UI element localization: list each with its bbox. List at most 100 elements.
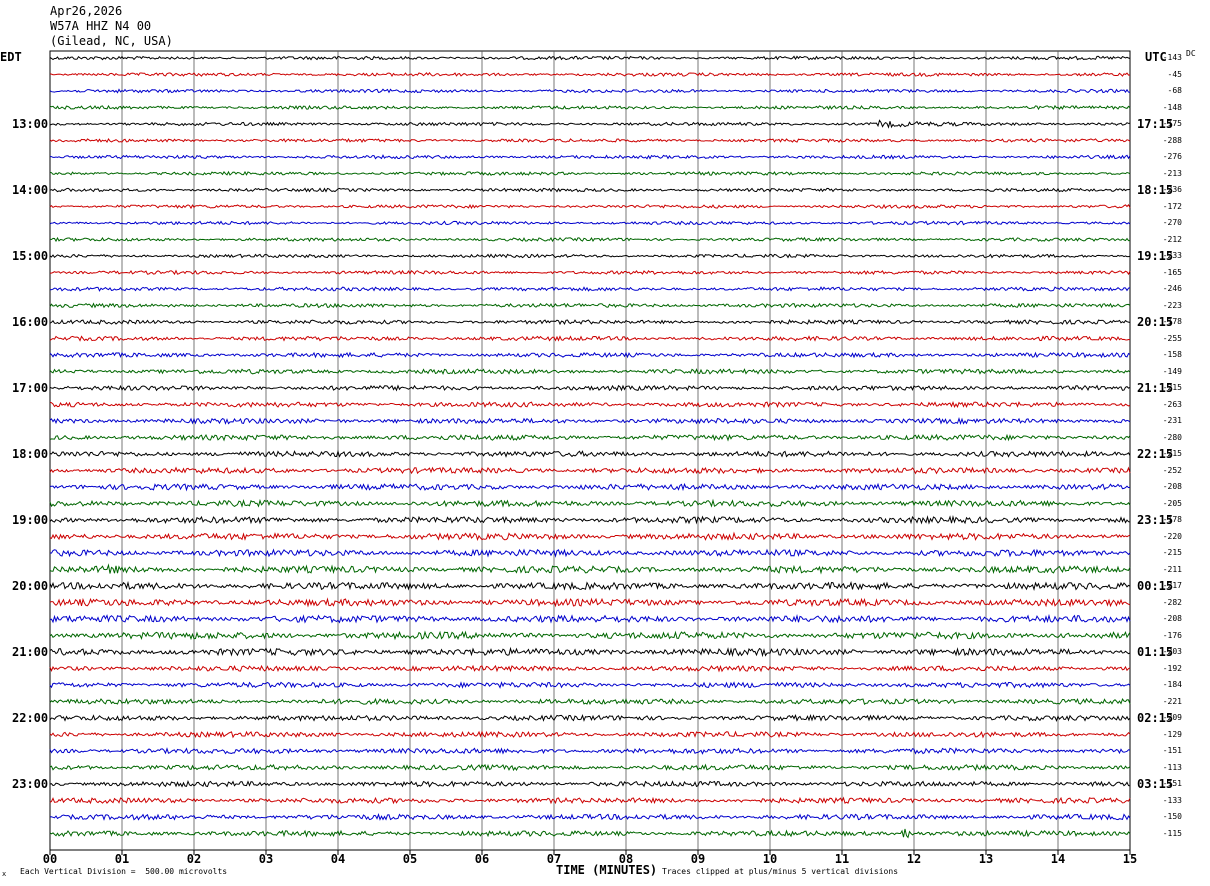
seismic-trace: [49, 548, 1131, 558]
seismic-trace: [49, 681, 1131, 689]
seismic-trace: [49, 730, 1131, 739]
seismic-trace: [49, 286, 1131, 292]
clip-note: Traces clipped at plus/minus 5 vertical …: [662, 867, 899, 876]
dc-offset-value: -270: [1162, 218, 1182, 227]
seismic-trace: [49, 368, 1131, 375]
seismic-trace: [49, 220, 1131, 226]
seismic-trace: [49, 613, 1131, 624]
dc-offset-value: -151: [1162, 779, 1182, 788]
x-tick-label: 06: [474, 852, 490, 866]
seismic-trace: [49, 170, 1131, 176]
seismic-trace: [49, 203, 1131, 210]
seismic-trace: [49, 88, 1131, 94]
x-tick-label: 01: [114, 852, 130, 866]
dc-offset-value: -213: [1162, 168, 1182, 178]
dc-offset-value: -175: [1162, 119, 1182, 128]
seismic-trace: [49, 498, 1131, 508]
dc-offset-value: -209: [1162, 713, 1182, 722]
dc-offset-value: -178: [1162, 317, 1182, 326]
seismic-trace: [49, 433, 1131, 442]
hour-label-local: 19:00: [12, 513, 49, 527]
dc-offset-value: -115: [1162, 828, 1182, 838]
hour-label-local: 20:00: [12, 579, 49, 593]
seismic-trace: [49, 828, 1131, 839]
dc-offset-value: -215: [1162, 383, 1182, 392]
seismic-trace: [49, 747, 1131, 755]
hour-label-local: 23:00: [12, 777, 49, 791]
seismic-trace: [50, 269, 1131, 276]
seismic-trace: [49, 813, 1131, 821]
seismic-trace: [49, 531, 1131, 541]
x-tick-label: 10: [762, 852, 778, 866]
dc-offset-value: -212: [1162, 234, 1182, 244]
dc-offset-value: -129: [1162, 729, 1182, 739]
scale-note: Each Vertical Division = 500.00 microvol…: [20, 867, 228, 876]
seismic-trace: [49, 335, 1131, 342]
dc-offset-value: -165: [1162, 267, 1182, 277]
dc-offset-value: -221: [1162, 696, 1182, 706]
seismic-trace: [49, 416, 1131, 425]
seismic-trace: [49, 697, 1131, 706]
dc-offset-value: -176: [1162, 630, 1182, 640]
dc-offset-value: -143: [1162, 53, 1182, 62]
dc-offset-value: -133: [1162, 795, 1182, 805]
seismogram-plot: [49, 50, 1131, 855]
seismic-trace: [49, 449, 1131, 458]
seismic-trace: [49, 302, 1131, 309]
plot-frame: [49, 50, 1131, 851]
seismic-trace: [49, 55, 1131, 61]
seismic-trace: [49, 514, 1131, 525]
dc-offset-value: -203: [1162, 647, 1182, 656]
dc-offset-value: -255: [1162, 333, 1182, 343]
seismic-trace: [49, 580, 1131, 591]
seismic-trace: [49, 236, 1130, 243]
hour-label-local: 15:00: [12, 249, 49, 263]
seismic-trace: [49, 71, 1131, 78]
dc-offset-value: -172: [1162, 201, 1182, 211]
seismic-trace: [49, 597, 1131, 608]
corner-mark: x: [2, 870, 7, 878]
dc-offset-value: -276: [1162, 152, 1182, 161]
dc-offset-value: -208: [1162, 614, 1182, 623]
seismic-trace: [49, 664, 1131, 673]
hour-label-local: 14:00: [12, 183, 49, 197]
hour-label-local: 16:00: [12, 315, 49, 329]
dc-offset-value: -231: [1162, 416, 1182, 425]
dc-offset-value: -280: [1162, 432, 1182, 442]
dc-offset-value: -184: [1162, 680, 1182, 689]
dc-offset-value: -178: [1162, 515, 1182, 524]
dc-offset-value: -205: [1162, 498, 1182, 508]
seismic-trace: [49, 646, 1131, 658]
dc-offset-value: -149: [1162, 366, 1182, 376]
hour-label-local: 17:00: [12, 381, 49, 395]
dc-offset-value: -215: [1162, 449, 1182, 458]
dc-offset-value: -263: [1162, 399, 1182, 409]
dc-offset-value: -233: [1162, 251, 1182, 260]
seismic-trace: [50, 154, 1131, 160]
dc-offset-value: -288: [1162, 135, 1182, 145]
seismic-trace: [49, 253, 1131, 259]
dc-offset-value: -236: [1162, 185, 1182, 194]
dc-offset-value: -45: [1167, 69, 1182, 79]
x-tick-label: 04: [330, 852, 346, 866]
dc-offset-value: -148: [1162, 102, 1182, 112]
seismic-trace: [49, 119, 1131, 129]
x-tick-label: 00: [42, 852, 58, 866]
dc-offset-value: -217: [1162, 581, 1182, 590]
dc-offset-value: -252: [1162, 465, 1182, 475]
dc-offset-value: -246: [1162, 284, 1182, 293]
seismic-trace: [49, 763, 1131, 772]
x-tick-label: 09: [690, 852, 706, 866]
seismic-trace: [49, 482, 1131, 492]
x-tick-label: 13: [978, 852, 994, 866]
x-tick-label: 05: [402, 852, 418, 866]
seismic-trace: [49, 318, 1131, 326]
seismic-trace: [49, 466, 1131, 475]
dc-offset-value: -223: [1162, 300, 1182, 310]
dc-offset-value: -220: [1162, 531, 1182, 541]
dc-offset-value: -282: [1162, 597, 1182, 607]
seismic-trace: [49, 630, 1131, 641]
hour-label-local: 21:00: [12, 645, 49, 659]
seismic-trace: [49, 137, 1131, 144]
dc-offset-value: -192: [1162, 663, 1182, 673]
